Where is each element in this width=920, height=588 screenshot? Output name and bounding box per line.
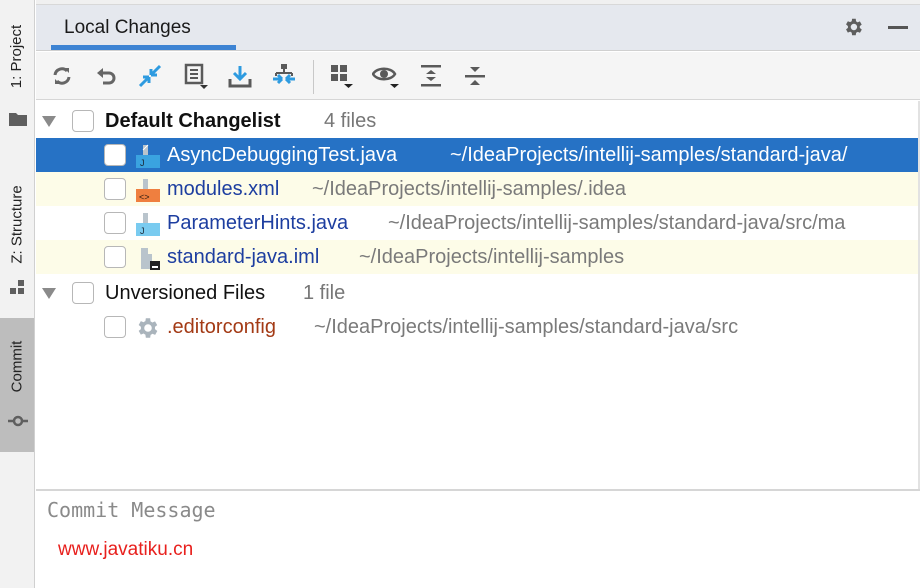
commit-message-text: www.javatiku.cn — [58, 539, 194, 560]
strip-button-project[interactable]: 1: Project — [0, 4, 34, 134]
svg-text:J: J — [140, 158, 145, 168]
diff-arrows-icon — [138, 64, 162, 88]
commit-tool-window: 1: Project Z: Structure Commit Local Cha… — [0, 0, 920, 588]
strip-label-project: 1: Project — [8, 24, 26, 89]
group-by-icon — [331, 65, 353, 88]
tab-local-changes[interactable]: Local Changes — [44, 5, 236, 51]
file-checkbox[interactable] — [104, 246, 126, 268]
rollback-button[interactable] — [92, 62, 120, 90]
changelist-count: 4 files — [324, 110, 377, 132]
strip-button-commit[interactable]: Commit — [0, 318, 34, 452]
file-name: standard-java.iml — [167, 246, 320, 268]
iml-file-icon — [141, 248, 160, 270]
commit-message-editor[interactable]: Commit Message www.javatiku.cn — [36, 489, 920, 588]
changelist-row[interactable]: Unversioned Files 1 file — [36, 276, 920, 310]
file-path: ~/IdeaProjects/intellij-samples/standard… — [450, 144, 848, 166]
file-row[interactable]: J AsyncDebuggingTest.java ~/IdeaProjects… — [36, 138, 920, 172]
file-name: modules.xml — [167, 178, 280, 200]
file-path: ~/IdeaProjects/intellij-samples/.idea — [312, 178, 627, 200]
tab-active-indicator — [51, 45, 236, 50]
group-by-button[interactable] — [328, 62, 356, 90]
update-button[interactable] — [226, 62, 254, 90]
tool-window-strip: 1: Project Z: Structure Commit — [0, 0, 35, 588]
refresh-icon — [53, 67, 71, 85]
changelist-button[interactable] — [182, 62, 210, 90]
changelist-checkbox[interactable] — [72, 110, 94, 132]
xml-file-icon: <> — [136, 179, 160, 202]
changes-tree: Default Changelist 4 files J AsyncDebugg… — [36, 101, 920, 489]
file-checkbox[interactable] — [104, 316, 126, 338]
collapse-all-button[interactable] — [461, 62, 489, 90]
file-checkbox[interactable] — [104, 178, 126, 200]
changelist-icon — [184, 63, 208, 89]
eye-icon — [372, 67, 399, 88]
view-options-button[interactable] — [372, 62, 400, 90]
show-diff-button[interactable] — [136, 62, 164, 90]
strip-button-structure[interactable]: Z: Structure — [0, 160, 34, 310]
download-icon — [228, 66, 252, 88]
undo-icon — [97, 68, 116, 85]
file-row[interactable]: .editorconfig ~/IdeaProjects/intellij-sa… — [36, 310, 920, 344]
strip-label-commit: Commit — [8, 340, 26, 393]
strip-label-structure: Z: Structure — [8, 185, 26, 264]
changelist-name: Unversioned Files — [105, 282, 266, 304]
tool-window-header: Local Changes — [36, 5, 920, 51]
file-name: .editorconfig — [167, 316, 276, 338]
file-row[interactable]: J ParameterHints.java ~/IdeaProjects/int… — [36, 206, 920, 240]
file-row[interactable]: <> modules.xml ~/IdeaProjects/intellij-s… — [36, 172, 920, 206]
gear-file-icon — [138, 318, 158, 338]
commit-message-placeholder: Commit Message — [47, 498, 216, 522]
collapse-all-icon — [465, 67, 485, 85]
minimize-icon[interactable] — [888, 26, 908, 29]
file-row[interactable]: standard-java.iml ~/IdeaProjects/intelli… — [36, 240, 920, 274]
changelist-row[interactable]: Default Changelist 4 files — [36, 104, 920, 138]
java-file-icon: J — [136, 144, 160, 168]
expand-arrow-icon[interactable] — [42, 116, 56, 127]
java-file-icon: J — [136, 213, 160, 236]
refresh-button[interactable] — [48, 62, 76, 90]
toolbar-separator — [313, 60, 314, 94]
file-name: AsyncDebuggingTest.java — [167, 144, 398, 166]
svg-text:<>: <> — [139, 192, 150, 202]
file-path: ~/IdeaProjects/intellij-samples/standard… — [314, 316, 739, 338]
commit-icon — [8, 415, 28, 427]
svg-text:J: J — [140, 226, 145, 236]
folder-icon — [9, 113, 27, 126]
file-checkbox[interactable] — [104, 144, 126, 166]
expand-all-button[interactable] — [417, 62, 445, 90]
changelist-name: Default Changelist — [105, 110, 281, 132]
gear-icon[interactable] — [842, 16, 864, 38]
tab-label: Local Changes — [64, 17, 191, 38]
changelist-count: 1 file — [303, 282, 346, 304]
toolbar — [36, 52, 920, 100]
expand-arrow-icon[interactable] — [42, 288, 56, 299]
shelve-icon — [273, 64, 295, 85]
structure-icon — [10, 280, 24, 294]
shelve-button[interactable] — [270, 62, 298, 90]
file-checkbox[interactable] — [104, 212, 126, 234]
file-path: ~/IdeaProjects/intellij-samples/standard… — [388, 212, 846, 234]
changelist-checkbox[interactable] — [72, 282, 94, 304]
file-name: ParameterHints.java — [167, 212, 349, 234]
expand-all-icon — [421, 65, 441, 87]
file-path: ~/IdeaProjects/intellij-samples — [359, 246, 625, 268]
